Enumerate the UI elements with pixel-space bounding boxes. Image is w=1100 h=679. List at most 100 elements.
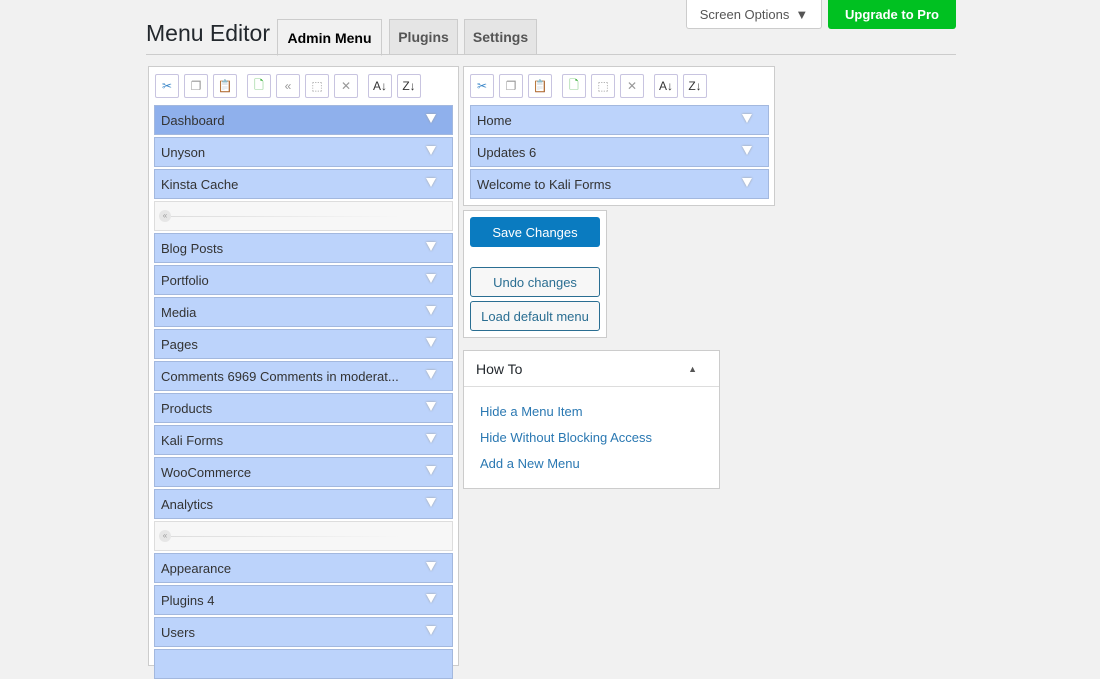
menu-item[interactable]: Kinsta Cache: [154, 169, 453, 199]
paste-icon[interactable]: 📋: [213, 74, 237, 98]
screen-options-label: Screen Options: [699, 6, 790, 22]
menu-item-label: Kinsta Cache: [161, 176, 239, 192]
save-changes-button[interactable]: Save Changes: [470, 217, 600, 247]
paste-icon[interactable]: 📋: [528, 74, 552, 98]
sort-descending-icon[interactable]: Z↓: [397, 74, 421, 98]
cut-icon[interactable]: ✂: [155, 74, 179, 98]
toggle-hidden-icon[interactable]: ⬚: [591, 74, 615, 98]
menu-item-label: Media: [161, 304, 197, 320]
caret-down-icon: ▼: [795, 6, 809, 22]
toggle-hidden-icon[interactable]: ⬚: [305, 74, 329, 98]
new-item-icon[interactable]: 🗋: [562, 74, 586, 98]
menu-panel: ✂ ❐ 📋 🗋 «⬚ ✕ A↓ Z↓ Dashboard Unyson Kinsta Cache «B…: [148, 66, 459, 679]
expand-arrow-icon[interactable]: [426, 434, 436, 443]
menu-item[interactable]: Analytics: [154, 489, 453, 519]
menu-item-label: Users: [161, 624, 195, 640]
menu-separator[interactable]: «: [154, 521, 453, 551]
sort-ascending-icon[interactable]: A↓: [654, 74, 678, 98]
menu-item[interactable]: Plugins 4: [154, 585, 453, 615]
menu-separator[interactable]: «: [154, 201, 453, 231]
expand-arrow-icon[interactable]: [426, 498, 436, 507]
menu-item-label: Analytics: [161, 496, 214, 512]
menu-item-label: Dashboard: [161, 112, 225, 128]
menu-item[interactable]: Blog Posts: [154, 233, 453, 263]
expand-arrow-icon[interactable]: [426, 370, 436, 379]
expand-arrow-icon[interactable]: [426, 146, 436, 155]
howto-link-hide-without-blocking[interactable]: Hide Without Blocking Access: [480, 430, 652, 445]
submenu-item[interactable]: Home: [470, 105, 769, 135]
submenu-item-label: Welcome to Kali Forms: [477, 176, 612, 192]
menu-item-label: Pages: [161, 336, 198, 352]
tab-settings[interactable]: Settings: [464, 19, 537, 55]
delete-icon[interactable]: ✕: [620, 74, 644, 98]
expand-arrow-icon[interactable]: [426, 594, 436, 603]
expand-arrow-icon[interactable]: [426, 466, 436, 475]
menu-item[interactable]: Products: [154, 393, 453, 423]
undo-changes-button[interactable]: Undo changes: [470, 267, 600, 297]
menu-item[interactable]: [154, 649, 453, 679]
menu-item-label: WooCommerce: [161, 464, 252, 480]
menu-item[interactable]: Users: [154, 617, 453, 647]
expand-arrow-icon[interactable]: [426, 562, 436, 571]
expand-arrow-icon[interactable]: [426, 178, 436, 187]
sort-descending-icon[interactable]: Z↓: [683, 74, 707, 98]
expand-arrow-icon[interactable]: [426, 306, 436, 315]
submenu-item[interactable]: Welcome to Kali Forms: [470, 169, 769, 199]
separator-line: [171, 536, 401, 537]
menu-item[interactable]: Pages: [154, 329, 453, 359]
page-title: Menu Editor: [146, 20, 271, 46]
load-default-menu-button[interactable]: Load default menu: [470, 301, 600, 331]
sort-ascending-icon[interactable]: A↓: [368, 74, 392, 98]
tab-plugins[interactable]: Plugins: [389, 19, 458, 55]
collapse-arrow-icon[interactable]: ▲: [688, 364, 697, 374]
submenu-item[interactable]: Updates 6: [470, 137, 769, 167]
cut-icon[interactable]: ✂: [470, 74, 494, 98]
separator-icon: «: [159, 210, 171, 222]
delete-icon[interactable]: ✕: [334, 74, 358, 98]
menu-item-label: Blog Posts: [161, 240, 224, 256]
menu-item[interactable]: Appearance: [154, 553, 453, 583]
divider: [146, 54, 956, 55]
expand-arrow-icon[interactable]: [742, 114, 752, 123]
new-menu-icon[interactable]: 🗋: [247, 74, 271, 98]
submenu-item-label: Updates 6: [477, 144, 537, 160]
actions-panel: Save Changes Undo changes Load default m…: [463, 210, 607, 338]
expand-arrow-icon[interactable]: [426, 242, 436, 251]
menu-item[interactable]: Unyson: [154, 137, 453, 167]
separator-line: [171, 216, 401, 217]
menu-item-label: Products: [161, 400, 213, 416]
submenu-item-label: Home: [477, 112, 512, 128]
expand-arrow-icon[interactable]: [742, 178, 752, 187]
menu-item[interactable]: Dashboard: [154, 105, 453, 135]
menu-item-label: Plugins 4: [161, 592, 215, 608]
tab-admin-menu[interactable]: Admin Menu: [277, 19, 382, 56]
menu-item[interactable]: Comments 6969 Comments in moderat...: [154, 361, 453, 391]
submenu-panel: ✂ ❐ 📋 🗋 ⬚ ✕ A↓ Z↓ Home Updates 6 Welcome to Kali F…: [463, 66, 775, 206]
menu-item-label: Appearance: [161, 560, 232, 576]
separator-icon: «: [159, 530, 171, 542]
menu-item[interactable]: Media: [154, 297, 453, 327]
expand-arrow-icon[interactable]: [426, 626, 436, 635]
howto-link-add-menu[interactable]: Add a New Menu: [480, 456, 580, 471]
copy-icon[interactable]: ❐: [184, 74, 208, 98]
menu-item[interactable]: Kali Forms: [154, 425, 453, 455]
menu-item-label: Unyson: [161, 144, 206, 160]
new-separator-icon[interactable]: «: [276, 74, 300, 98]
howto-box: How To ▲ Hide a Menu Item Hide Without Bl…: [463, 350, 720, 489]
howto-link-hide-item[interactable]: Hide a Menu Item: [480, 404, 583, 419]
menu-item[interactable]: WooCommerce: [154, 457, 453, 487]
expand-arrow-icon[interactable]: [426, 114, 436, 123]
expand-arrow-icon[interactable]: [426, 274, 436, 283]
expand-arrow-icon[interactable]: [426, 402, 436, 411]
menu-item-label: Portfolio: [161, 272, 209, 288]
howto-header[interactable]: How To ▲: [464, 351, 719, 387]
screen-options-button[interactable]: Screen Options ▼: [686, 0, 822, 29]
menu-item[interactable]: Portfolio: [154, 265, 453, 295]
upgrade-button[interactable]: Upgrade to Pro: [828, 0, 956, 29]
expand-arrow-icon[interactable]: [426, 338, 436, 347]
menu-item-label: Kali Forms: [161, 432, 224, 448]
menu-item-label: Comments 6969 Comments in moderat...: [161, 368, 399, 384]
expand-arrow-icon[interactable]: [742, 146, 752, 155]
howto-title: How To: [476, 360, 523, 377]
copy-icon[interactable]: ❐: [499, 74, 523, 98]
